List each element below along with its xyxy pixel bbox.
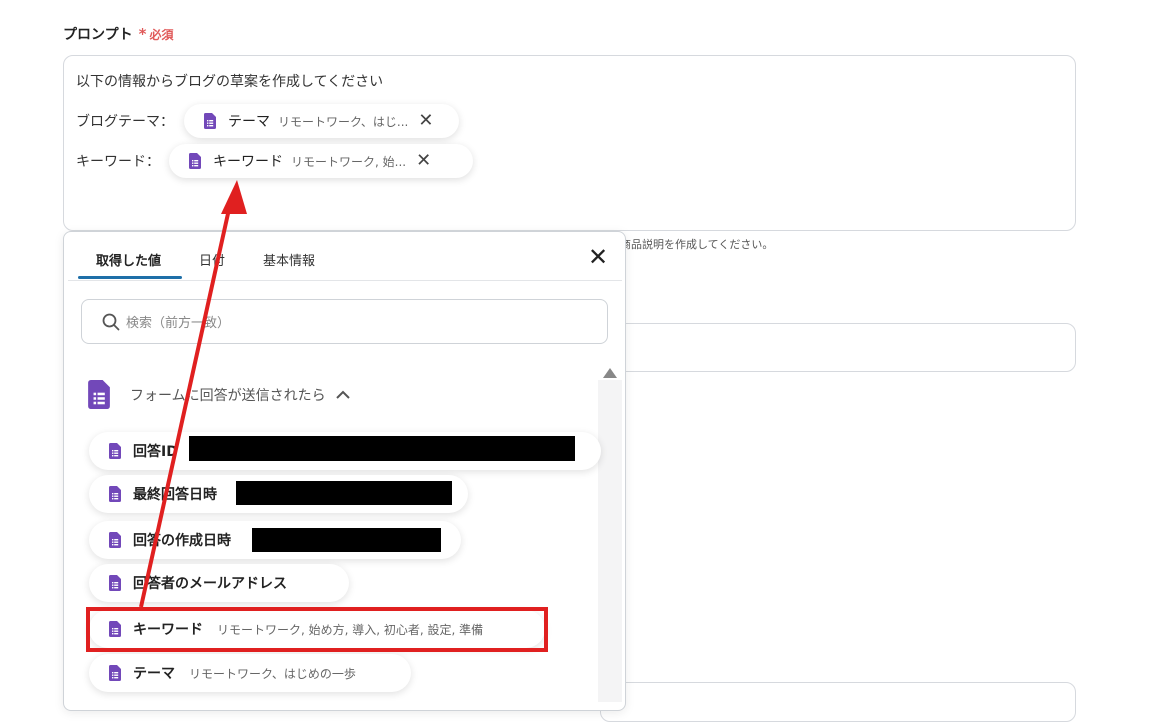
prompt-label: プロンプト * 必須 (63, 24, 173, 44)
list-item[interactable]: テーマ リモートワーク、はじめの一歩 (89, 654, 411, 692)
tab-divider (68, 280, 622, 281)
scrollbar-track[interactable] (598, 380, 622, 702)
required-text: 必須 (149, 27, 174, 42)
tab-date[interactable]: 日付 (199, 250, 225, 269)
field-hint: 商品説明を作成してください。 (620, 238, 774, 251)
close-icon[interactable]: ✕ (418, 112, 433, 130)
search-placeholder: 検索（前方一致） (126, 316, 231, 331)
annotation-highlight-box (86, 607, 548, 652)
pill-value: リモートワーク、はじ... (278, 114, 409, 129)
tab-fetched-values[interactable]: 取得した値 (96, 250, 161, 269)
tab-basic-info[interactable]: 基本情報 (263, 250, 315, 269)
prompt-label-text: プロンプト (63, 27, 133, 43)
variable-pill-theme[interactable]: テーマ リモートワーク、はじ... ✕ (184, 104, 459, 138)
text-input[interactable] (600, 323, 1076, 372)
text-input[interactable] (600, 682, 1076, 722)
search-icon (102, 313, 120, 330)
redaction-bar (252, 528, 441, 552)
redaction-bar (189, 436, 575, 461)
pill-name: キーワード (213, 154, 283, 170)
prompt-line-1: 以下の情報からブログの草案を作成してください (76, 74, 384, 90)
chevron-up-icon (335, 387, 350, 403)
search-input[interactable]: 検索（前方一致） (81, 299, 608, 344)
section-header[interactable]: フォームに回答が送信されたら (88, 380, 350, 409)
item-name: 回答者のメールアドレス (133, 576, 287, 592)
keyword-label: キーワード： (76, 154, 160, 170)
google-forms-icon (109, 665, 121, 681)
active-tab-indicator (78, 276, 182, 279)
blog-theme-label: ブログテーマ： (76, 114, 174, 130)
google-forms-icon (88, 380, 110, 409)
item-name: 回答の作成日時 (133, 533, 231, 549)
section-title: フォームに回答が送信されたら (130, 387, 326, 404)
item-name: 回答ID (133, 444, 178, 460)
scroll-up-icon[interactable] (603, 368, 617, 378)
item-name: 最終回答日時 (133, 487, 217, 503)
close-icon[interactable]: ✕ (416, 152, 431, 170)
google-forms-icon (189, 153, 201, 169)
google-forms-icon (109, 443, 121, 459)
google-forms-icon (204, 113, 216, 129)
required-asterisk: * (138, 25, 147, 43)
google-forms-icon (109, 486, 121, 502)
pill-value: リモートワーク, 始... (291, 154, 407, 169)
item-name: テーマ (133, 666, 175, 682)
google-forms-icon (109, 575, 121, 591)
variable-pill-keyword[interactable]: キーワード リモートワーク, 始... ✕ (169, 144, 473, 178)
item-value: リモートワーク、はじめの一歩 (189, 666, 356, 681)
close-icon[interactable]: ✕ (588, 245, 608, 269)
list-item[interactable]: 回答者のメールアドレス (89, 564, 349, 602)
redaction-bar (236, 481, 452, 505)
pill-name: テーマ (228, 114, 270, 130)
google-forms-icon (109, 532, 121, 548)
